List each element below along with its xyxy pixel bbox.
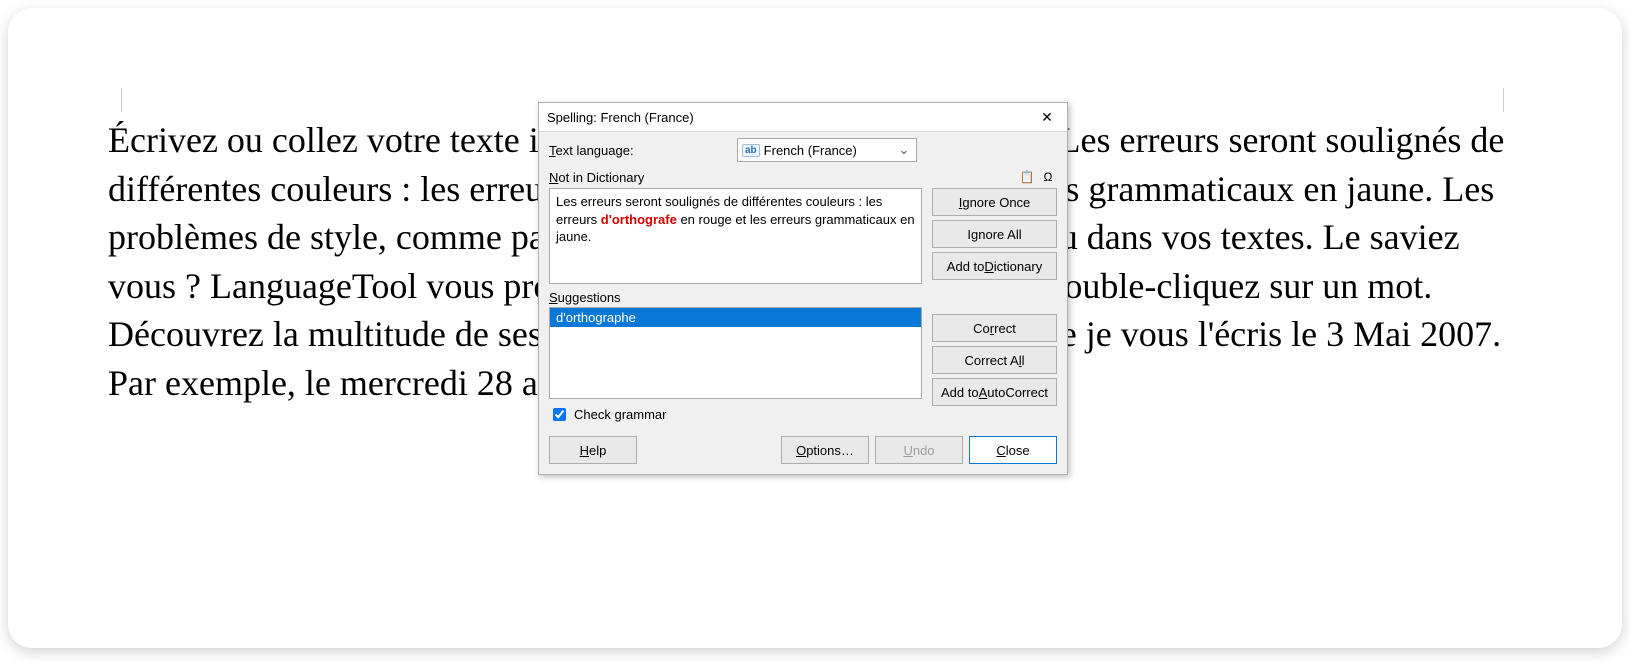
paste-icon[interactable]: 📋 [1018, 168, 1036, 186]
options-button[interactable]: Options… [781, 436, 869, 464]
ignore-all-button[interactable]: Ignore All [932, 220, 1057, 248]
correct-button[interactable]: Correct [932, 314, 1057, 342]
page-margin-marker [103, 88, 122, 112]
close-icon[interactable]: ✕ [1035, 107, 1059, 127]
context-error-word: d'orthografe [601, 212, 677, 227]
language-select[interactable]: ab French (France) ⌄ [737, 138, 917, 162]
not-in-dictionary-label: Not in Dictionary [549, 170, 644, 185]
suggestions-label: Suggestions [549, 290, 922, 305]
suggestion-item[interactable]: d'orthographe [550, 308, 921, 327]
not-in-dictionary-textbox[interactable]: Les erreurs seront soulignés de différen… [549, 188, 922, 284]
document-card: Écrivez ou collez votre texte ici pour l… [8, 8, 1622, 648]
close-button[interactable]: Close [969, 436, 1057, 464]
add-to-autocorrect-button[interactable]: Add to AutoCorrect [932, 378, 1057, 406]
chevron-down-icon: ⌄ [896, 142, 912, 158]
check-grammar-label: Check grammar [574, 407, 666, 422]
dialog-titlebar[interactable]: Spelling: French (France) ✕ [539, 103, 1067, 132]
add-to-dictionary-button[interactable]: Add to Dictionary [932, 252, 1057, 280]
suggestions-list[interactable]: d'orthographe [549, 307, 922, 399]
undo-button[interactable]: Undo [875, 436, 963, 464]
correct-all-button[interactable]: Correct All [932, 346, 1057, 374]
language-value: French (France) [764, 143, 857, 158]
ignore-once-button[interactable]: Ignore Once [932, 188, 1057, 216]
spellcheck-lang-icon: ab [742, 144, 760, 157]
special-char-icon[interactable]: Ω [1039, 168, 1057, 186]
help-button[interactable]: Help [549, 436, 637, 464]
spelling-dialog: Spelling: French (France) ✕ Text languag… [538, 102, 1068, 475]
dialog-title: Spelling: French (France) [547, 110, 694, 125]
check-grammar-checkbox[interactable] [553, 408, 566, 421]
text-language-label: Text language: [549, 143, 729, 158]
page-margin-marker [1503, 88, 1522, 112]
